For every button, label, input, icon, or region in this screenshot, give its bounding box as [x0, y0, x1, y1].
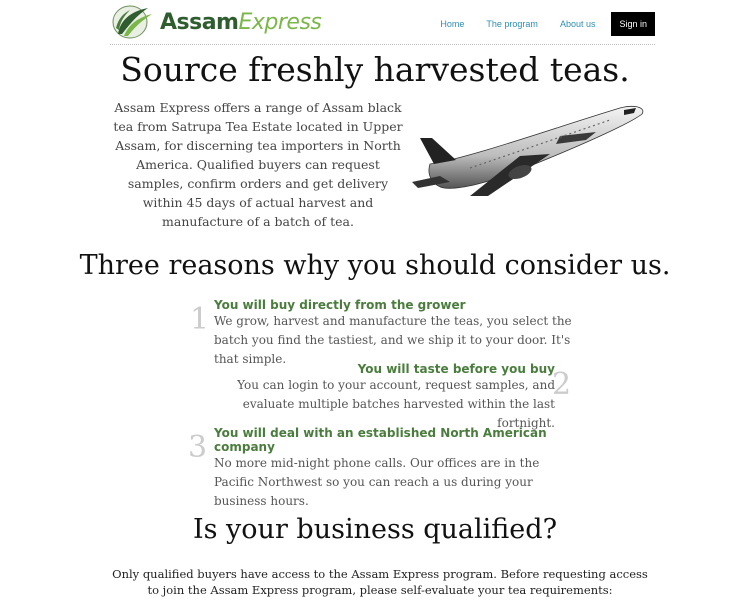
reason-title: You will buy directly from the grower [214, 298, 466, 312]
nav-about-link[interactable]: About us [560, 19, 596, 29]
main-nav: Home The program About us Sign in [418, 12, 655, 36]
hero-title: Source freshly harvested teas. [120, 50, 630, 89]
reason-number: 3 [188, 430, 208, 465]
logo-text: AssamExpress [160, 9, 322, 35]
qualified-heading: Is your business qualified? [192, 514, 558, 545]
reason-text: You can login to your account, request s… [237, 378, 555, 430]
nav-home-link[interactable]: Home [440, 19, 464, 29]
reasons-heading: Three reasons why you should consider us… [79, 250, 671, 281]
logo[interactable]: AssamExpress [110, 4, 322, 40]
reason-title: You will taste before you buy [357, 362, 555, 376]
hero-description: Assam Express offers a range of Assam bl… [113, 100, 403, 229]
reason-item: You will deal with an established North … [214, 426, 574, 511]
tea-leaf-logo-icon [112, 5, 152, 39]
site-header: AssamExpress Home The program About us S… [110, 0, 655, 45]
reason-number: 2 [552, 367, 572, 402]
reason-text: No more mid-night phone calls. Our offic… [214, 456, 540, 508]
nav-program-link[interactable]: The program [486, 19, 538, 29]
reason-item: You will buy directly from the grower We… [214, 298, 574, 369]
reason-text: We grow, harvest and manufacture the tea… [214, 314, 572, 366]
qualified-description: Only qualified buyers have access to the… [112, 567, 648, 597]
reason-title: You will deal with an established North … [214, 426, 547, 454]
reason-item: You will taste before you buy You can lo… [195, 362, 555, 433]
reason-number: 1 [190, 302, 210, 337]
sign-in-button[interactable]: Sign in [611, 12, 655, 36]
airplane-image [412, 106, 644, 196]
